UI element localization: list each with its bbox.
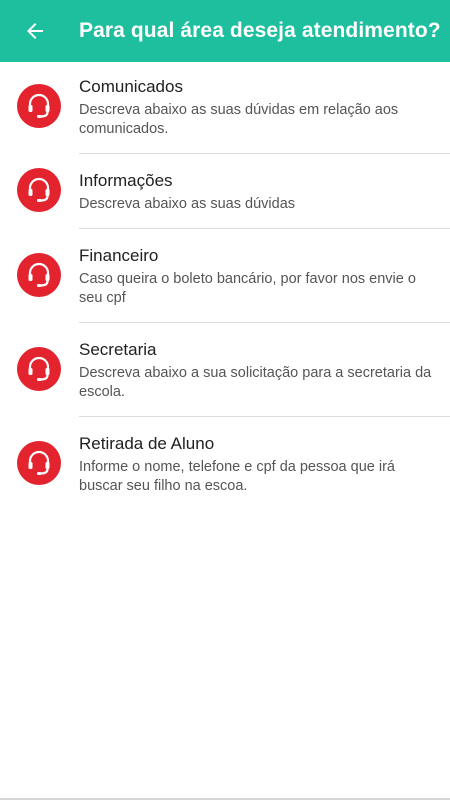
list-item-description: Descreva abaixo a sua solicitação para a… (79, 365, 432, 400)
list-item-financeiro[interactable]: Financeiro Caso queira o boleto bancário… (0, 229, 450, 323)
list-item-comunicados[interactable]: Comunicados Descreva abaixo as suas dúvi… (0, 62, 450, 154)
list-item-text: Retirada de Aluno Informe o nome, telefo… (79, 433, 436, 496)
headset-icon (17, 347, 61, 391)
list-item-description: Descreva abaixo as suas dúvidas (79, 196, 296, 212)
headset-icon (17, 441, 61, 485)
list-item-title: Secretaria (79, 340, 157, 359)
list-item-title: Financeiro (79, 246, 159, 265)
list-item-text: Secretaria Descreva abaixo a sua solicit… (79, 339, 436, 402)
list-item-retirada-de-aluno[interactable]: Retirada de Aluno Informe o nome, telefo… (0, 417, 450, 511)
page-title: Para qual área deseja atendimento? (79, 19, 441, 42)
list-item-description: Descreva abaixo as suas dúvidas em relaç… (79, 102, 399, 137)
service-area-list: Comunicados Descreva abaixo as suas dúvi… (0, 62, 450, 511)
list-item-informacoes[interactable]: Informações Descreva abaixo as suas dúvi… (0, 154, 450, 229)
list-item-secretaria[interactable]: Secretaria Descreva abaixo a sua solicit… (0, 323, 450, 417)
list-item-title: Retirada de Aluno (79, 434, 215, 453)
headset-icon (17, 84, 61, 128)
list-item-text: Comunicados Descreva abaixo as suas dúvi… (79, 76, 436, 139)
list-item-description: Caso queira o boleto bancário, por favor… (79, 271, 416, 306)
list-item-text: Informações Descreva abaixo as suas dúvi… (79, 170, 436, 214)
app-bar: Para qual área deseja atendimento? (0, 0, 450, 62)
headset-icon (17, 168, 61, 212)
back-button[interactable] (0, 0, 70, 62)
arrow-left-icon (27, 23, 43, 39)
list-item-title: Comunicados (79, 77, 183, 96)
list-item-text: Financeiro Caso queira o boleto bancário… (79, 245, 436, 308)
list-item-description: Informe o nome, telefone e cpf da pessoa… (79, 459, 395, 494)
headset-icon (17, 253, 61, 297)
list-item-title: Informações (79, 171, 173, 190)
